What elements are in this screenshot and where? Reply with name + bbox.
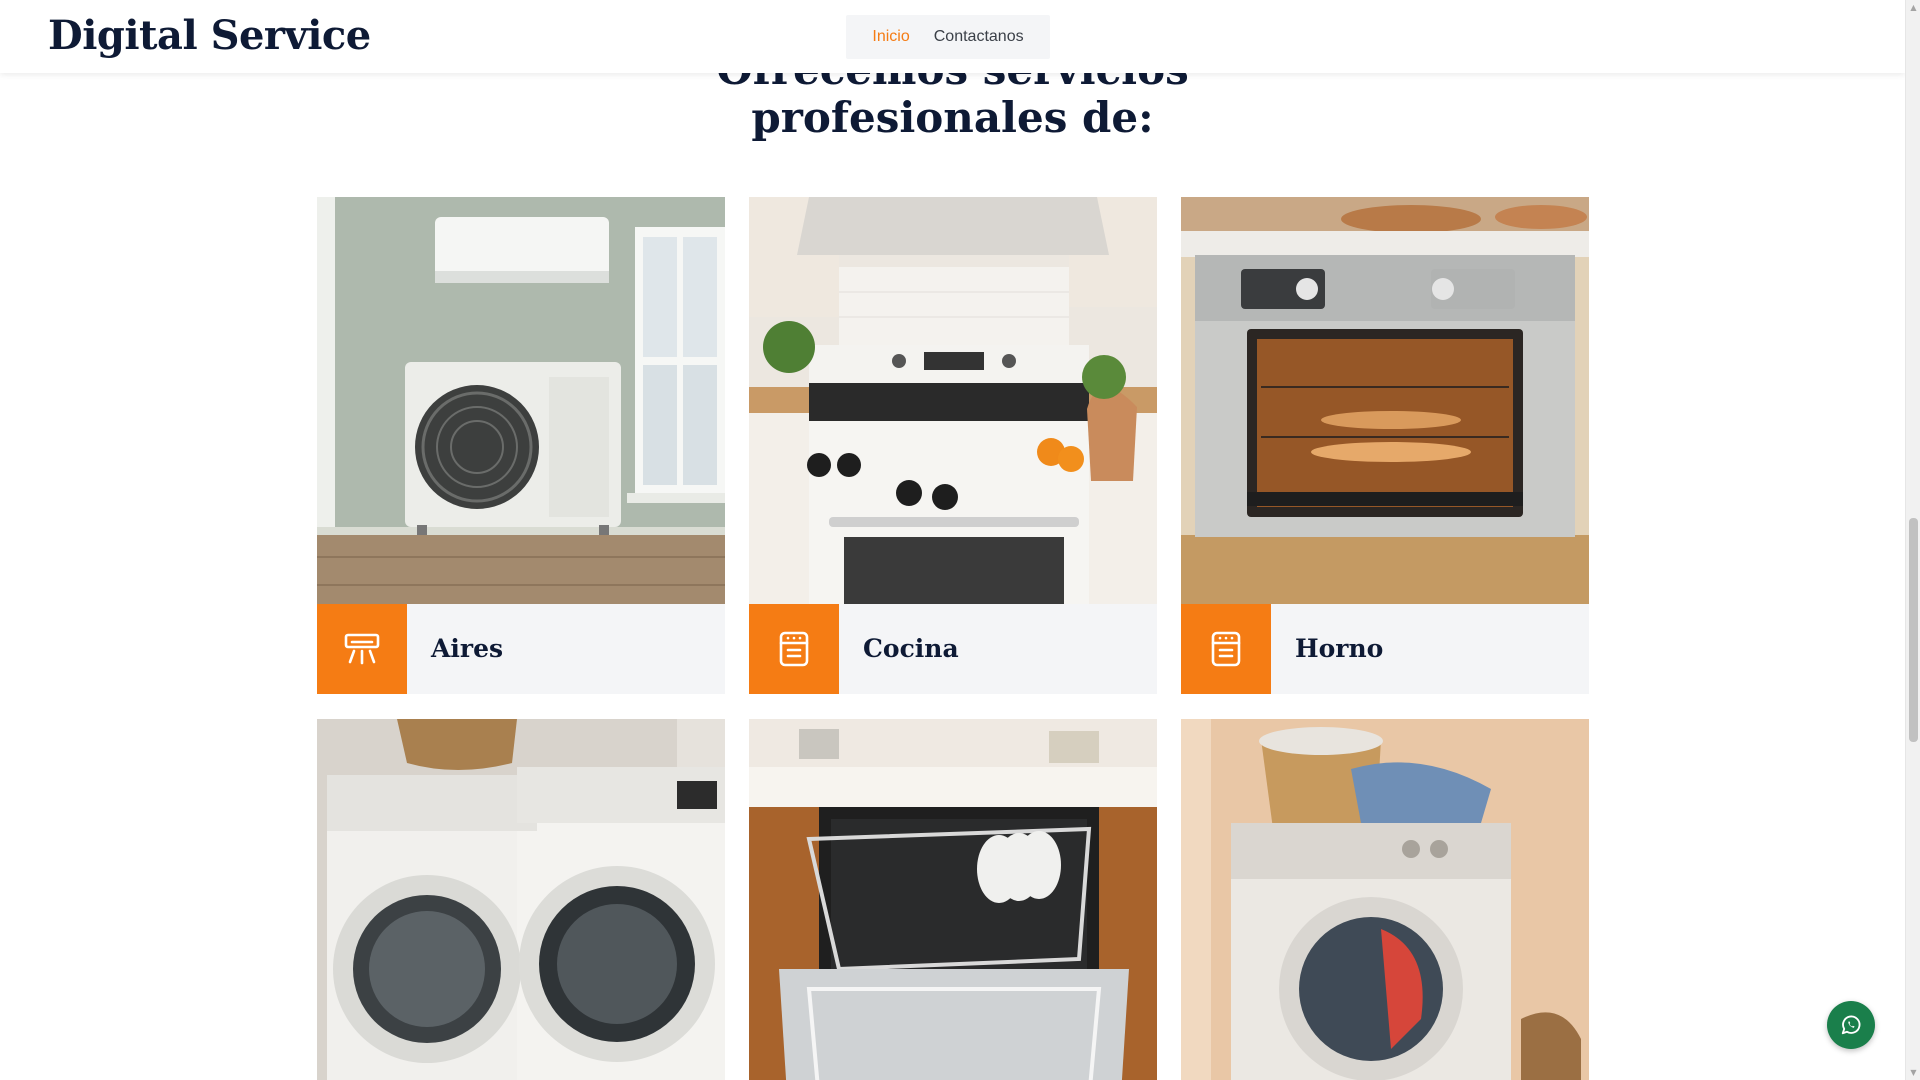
dishwasher-photo — [749, 719, 1157, 1080]
service-card-lavadora[interactable] — [1181, 719, 1589, 1080]
service-card-horno[interactable]: Horno — [1181, 197, 1589, 694]
nav-link-contactanos[interactable]: Contactanos — [934, 28, 1024, 46]
service-card-lavavajillas[interactable] — [749, 719, 1157, 1080]
site-header: Digital Service Inicio Contactanos — [0, 0, 1905, 73]
section-title-line-2: profesionales de: — [751, 93, 1154, 142]
oven-photo — [1181, 197, 1589, 604]
air-conditioner-icon — [317, 604, 407, 694]
service-caption-aires[interactable]: Aires — [317, 604, 725, 694]
nav-link-inicio[interactable]: Inicio — [872, 28, 909, 46]
page: Ofrecemos servicios profesionales de: Di… — [0, 0, 1905, 1080]
scrollbar-thumb[interactable] — [1909, 518, 1918, 742]
service-label-cocina: Cocina — [863, 634, 959, 663]
washing-machine-photo — [1181, 719, 1589, 1080]
service-card-lavadora-secadora[interactable] — [317, 719, 725, 1080]
whatsapp-icon — [1841, 1015, 1861, 1035]
brand-logo[interactable]: Digital Service — [48, 12, 371, 59]
vertical-scrollbar[interactable]: ▲ ▼ — [1905, 0, 1920, 1080]
stove-icon — [749, 604, 839, 694]
service-caption-horno[interactable]: Horno — [1181, 604, 1589, 694]
air-conditioner-photo — [317, 197, 725, 604]
whatsapp-button[interactable] — [1827, 1001, 1875, 1049]
oven-icon — [1181, 604, 1271, 694]
main-nav: Inicio Contactanos — [846, 15, 1050, 59]
service-label-horno: Horno — [1295, 634, 1384, 663]
service-caption-cocina[interactable]: Cocina — [749, 604, 1157, 694]
service-card-aires[interactable]: Aires — [317, 197, 725, 694]
service-card-cocina[interactable]: Cocina — [749, 197, 1157, 694]
washer-dryer-photo — [317, 719, 725, 1080]
scroll-down-arrow-icon[interactable]: ▼ — [1906, 1065, 1920, 1080]
kitchen-stove-photo — [749, 197, 1157, 604]
service-label-aires: Aires — [431, 634, 504, 663]
scroll-up-arrow-icon[interactable]: ▲ — [1906, 0, 1920, 15]
